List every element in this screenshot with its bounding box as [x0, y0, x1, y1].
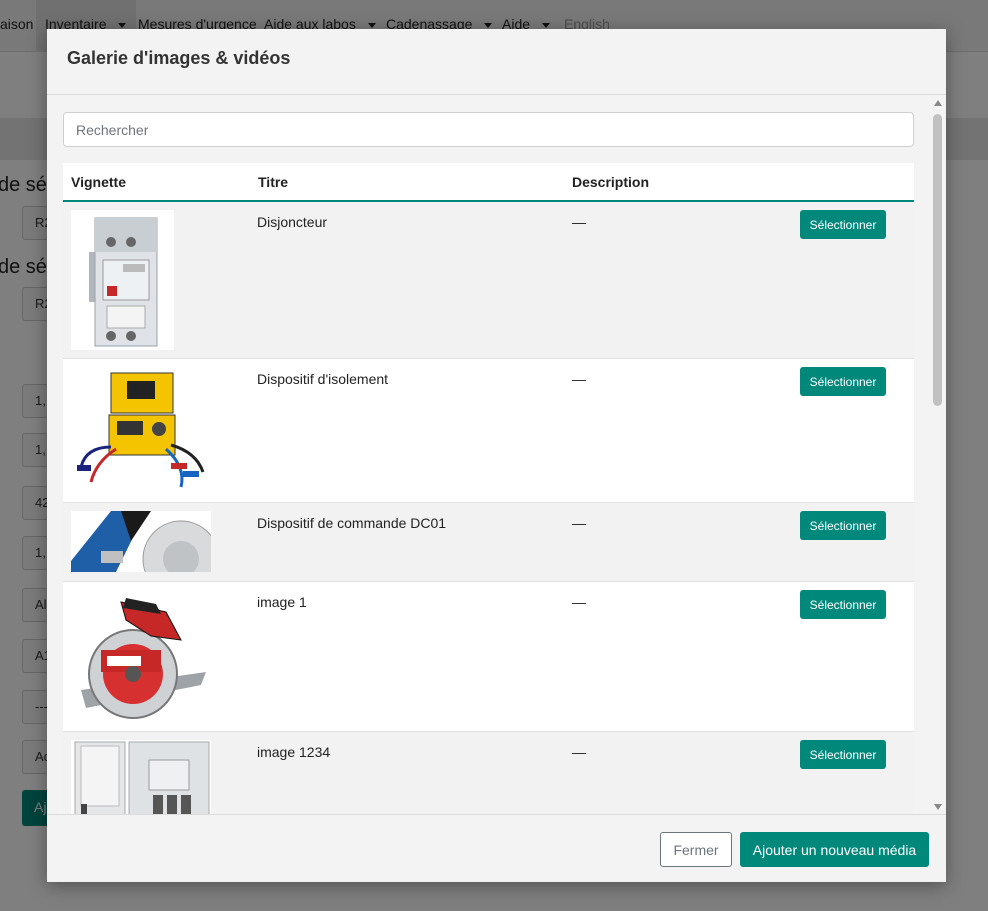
table-row: Dispositif d'isolement — Sélectionner	[63, 359, 914, 503]
scroll-down-arrow-icon[interactable]	[934, 804, 942, 810]
select-button[interactable]: Sélectionner	[800, 511, 886, 540]
row-title: image 1234	[257, 744, 331, 760]
select-button[interactable]: Sélectionner	[800, 210, 886, 239]
row-title: image 1	[257, 594, 307, 610]
add-new-media-button[interactable]: Ajouter un nouveau média	[740, 832, 929, 867]
column-header-title: Titre	[258, 174, 289, 190]
row-description: —	[572, 594, 586, 610]
row-title: Disjoncteur	[257, 214, 328, 230]
circuit-breaker-image	[71, 210, 174, 350]
electrical-panel-image	[71, 740, 211, 814]
scroll-up-arrow-icon[interactable]	[934, 100, 942, 106]
select-button[interactable]: Sélectionner	[800, 590, 886, 619]
row-title: Dispositif d'isolement	[257, 371, 389, 387]
column-header-thumbnail: Vignette	[71, 174, 126, 190]
media-gallery-modal: Galerie d'images & vidéos Vignette Titre…	[47, 29, 946, 882]
table-header: Vignette Titre Description	[63, 163, 914, 202]
table-row: Disjoncteur — Sélectionner	[63, 202, 914, 359]
modal-body: Vignette Titre Description	[47, 96, 946, 814]
table-row: image 1234 — Sélectionner	[63, 732, 914, 814]
table-row: image 1 — Sélectionner	[63, 582, 914, 732]
scrollbar-thumb[interactable]	[933, 114, 942, 406]
modal-scrollbar[interactable]	[930, 96, 946, 814]
row-title: Dispositif de commande DC01	[257, 515, 447, 531]
close-button[interactable]: Fermer	[660, 832, 732, 867]
row-description: —	[572, 744, 586, 760]
table-row: Dispositif de commande DC01 — Sélectionn…	[63, 503, 914, 582]
row-description: —	[572, 371, 586, 387]
modal-header: Galerie d'images & vidéos	[47, 29, 946, 95]
row-description: —	[572, 515, 586, 531]
insulation-tester-image	[71, 367, 211, 495]
circular-saw-image	[71, 590, 211, 724]
select-button[interactable]: Sélectionner	[800, 740, 886, 769]
modal-footer: Fermer Ajouter un nouveau média	[47, 814, 946, 882]
media-table: Vignette Titre Description Disjoncteur —…	[63, 163, 914, 814]
modal-title: Galerie d'images & vidéos	[67, 48, 291, 68]
saw-partial-image	[71, 511, 211, 572]
select-button[interactable]: Sélectionner	[800, 367, 886, 396]
search-input[interactable]	[63, 112, 914, 147]
row-description: —	[572, 214, 586, 230]
column-header-description: Description	[572, 174, 650, 190]
